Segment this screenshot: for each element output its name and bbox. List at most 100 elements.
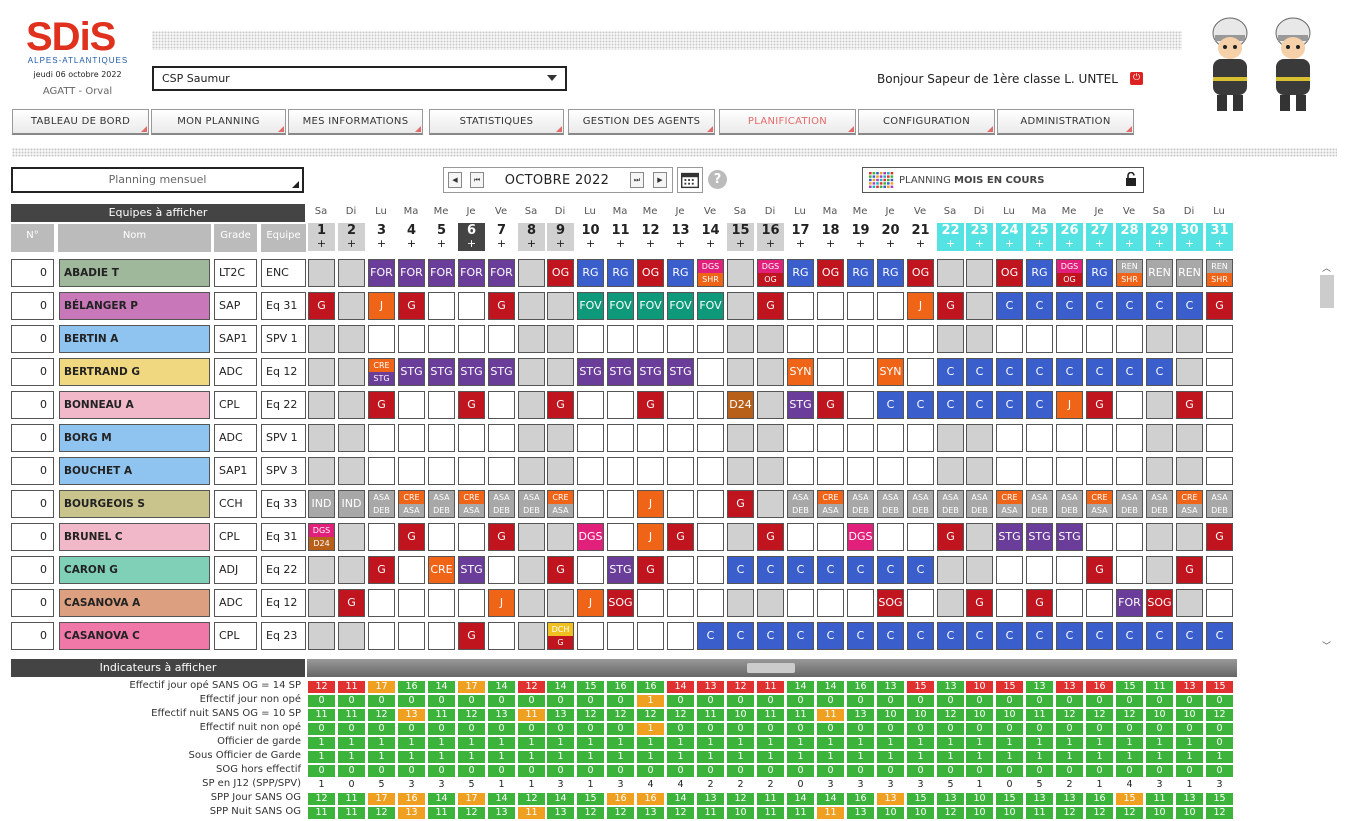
planning-cell[interactable] [368,424,395,452]
planning-cell[interactable]: CRE ASA [817,490,844,518]
day-5[interactable]: 5 + [428,223,455,251]
planning-cell[interactable]: OG [637,259,664,287]
planning-cell[interactable] [518,259,545,287]
planning-cell[interactable] [547,358,574,386]
planning-cell[interactable]: FOR [1116,589,1143,617]
planning-cell[interactable] [697,490,724,518]
planning-cell[interactable] [1146,391,1173,419]
planning-cell[interactable]: C [1026,358,1053,386]
day-9[interactable]: 9 + [547,223,574,251]
planning-cell[interactable]: OG [817,259,844,287]
planning-cell[interactable]: C [877,556,904,584]
planning-cell[interactable] [1206,589,1233,617]
planning-cell[interactable] [817,589,844,617]
planning-cell[interactable]: FOR [398,259,425,287]
planning-cell[interactable] [667,622,694,650]
planning-cell[interactable]: G [1086,391,1113,419]
planning-cell[interactable]: C [1116,292,1143,320]
planning-cell[interactable] [637,457,664,485]
logout-power-icon[interactable]: ⏻ [1130,72,1143,85]
day-18[interactable]: 18 + [817,223,844,251]
planning-cell[interactable] [907,358,934,386]
planning-cell[interactable] [1116,325,1143,353]
day-21[interactable]: 21 + [907,223,934,251]
planning-cell[interactable] [458,325,485,353]
planning-cell[interactable]: REN [1146,259,1173,287]
day-25[interactable]: 25 + [1026,223,1053,251]
planning-cell[interactable] [787,292,814,320]
add-day-button[interactable]: + [488,238,515,249]
planning-cell[interactable]: G [368,391,395,419]
day-11[interactable]: 11 + [607,223,634,251]
planning-cell[interactable] [488,391,515,419]
day-7[interactable]: 7 + [488,223,515,251]
planning-cell[interactable]: G [488,292,515,320]
planning-cell[interactable] [966,292,993,320]
planning-cell[interactable]: C [996,292,1023,320]
planning-cell[interactable] [398,325,425,353]
planning-cell[interactable] [877,292,904,320]
planning-cell[interactable] [428,391,455,419]
planning-cell[interactable] [488,424,515,452]
planning-cell[interactable] [368,622,395,650]
planning-cell[interactable] [1206,457,1233,485]
planning-cell[interactable] [727,523,754,551]
agent-name[interactable]: BONNEAU A [59,391,210,419]
planning-cell[interactable] [877,457,904,485]
planning-cell[interactable] [847,292,874,320]
planning-cell[interactable]: C [757,622,784,650]
planning-cell[interactable] [757,391,784,419]
add-day-button[interactable]: + [937,238,964,249]
planning-cell[interactable] [637,589,664,617]
planning-cell[interactable] [847,358,874,386]
planning-cell[interactable]: C [817,622,844,650]
planning-cell[interactable]: G [1176,391,1203,419]
planning-cell[interactable]: RG [787,259,814,287]
planning-cell[interactable]: G [966,589,993,617]
planning-cell[interactable] [1056,424,1083,452]
planning-cell[interactable]: G [368,556,395,584]
planning-cell[interactable] [1206,424,1233,452]
agent-name[interactable]: CASANOVA C [59,622,210,650]
day-20[interactable]: 20 + [877,223,904,251]
planning-cell[interactable]: C [1086,292,1113,320]
planning-cell[interactable] [338,259,365,287]
day-19[interactable]: 19 + [847,223,874,251]
planning-cell[interactable] [1206,556,1233,584]
planning-cell[interactable] [1116,424,1143,452]
planning-cell[interactable] [428,523,455,551]
planning-period-button[interactable]: PLANNING MOIS EN COURS [862,167,1144,193]
add-day-button[interactable]: + [458,238,485,249]
planning-cell[interactable] [368,589,395,617]
planning-cell[interactable] [996,457,1023,485]
planning-cell[interactable]: ASA DEB [787,490,814,518]
planning-cell[interactable]: C [937,358,964,386]
planning-cell[interactable]: G [458,391,485,419]
add-day-button[interactable]: + [787,238,814,249]
planning-cell[interactable]: CRE ASA [458,490,485,518]
planning-cell[interactable]: C [907,556,934,584]
planning-cell[interactable] [338,325,365,353]
planning-cell[interactable]: G [667,523,694,551]
planning-cell[interactable] [697,457,724,485]
planning-cell[interactable]: G [547,556,574,584]
planning-cell[interactable]: OG [907,259,934,287]
planning-cell[interactable] [667,556,694,584]
planning-cell[interactable]: STG [458,358,485,386]
planning-cell[interactable]: C [1116,622,1143,650]
planning-cell[interactable]: G [1176,556,1203,584]
add-day-button[interactable]: + [428,238,455,249]
planning-cell[interactable] [338,424,365,452]
planning-cell[interactable] [757,589,784,617]
planning-cell[interactable]: C [727,622,754,650]
planning-cell[interactable]: STG [398,358,425,386]
planning-cell[interactable]: STG [428,358,455,386]
planning-cell[interactable] [308,424,335,452]
planning-cell[interactable]: C [877,622,904,650]
planning-cell[interactable]: C [907,391,934,419]
planning-cell[interactable] [757,325,784,353]
planning-cell[interactable]: C [1206,622,1233,650]
planning-cell[interactable] [577,391,604,419]
planning-cell[interactable] [1206,325,1233,353]
planning-cell[interactable]: J [907,292,934,320]
